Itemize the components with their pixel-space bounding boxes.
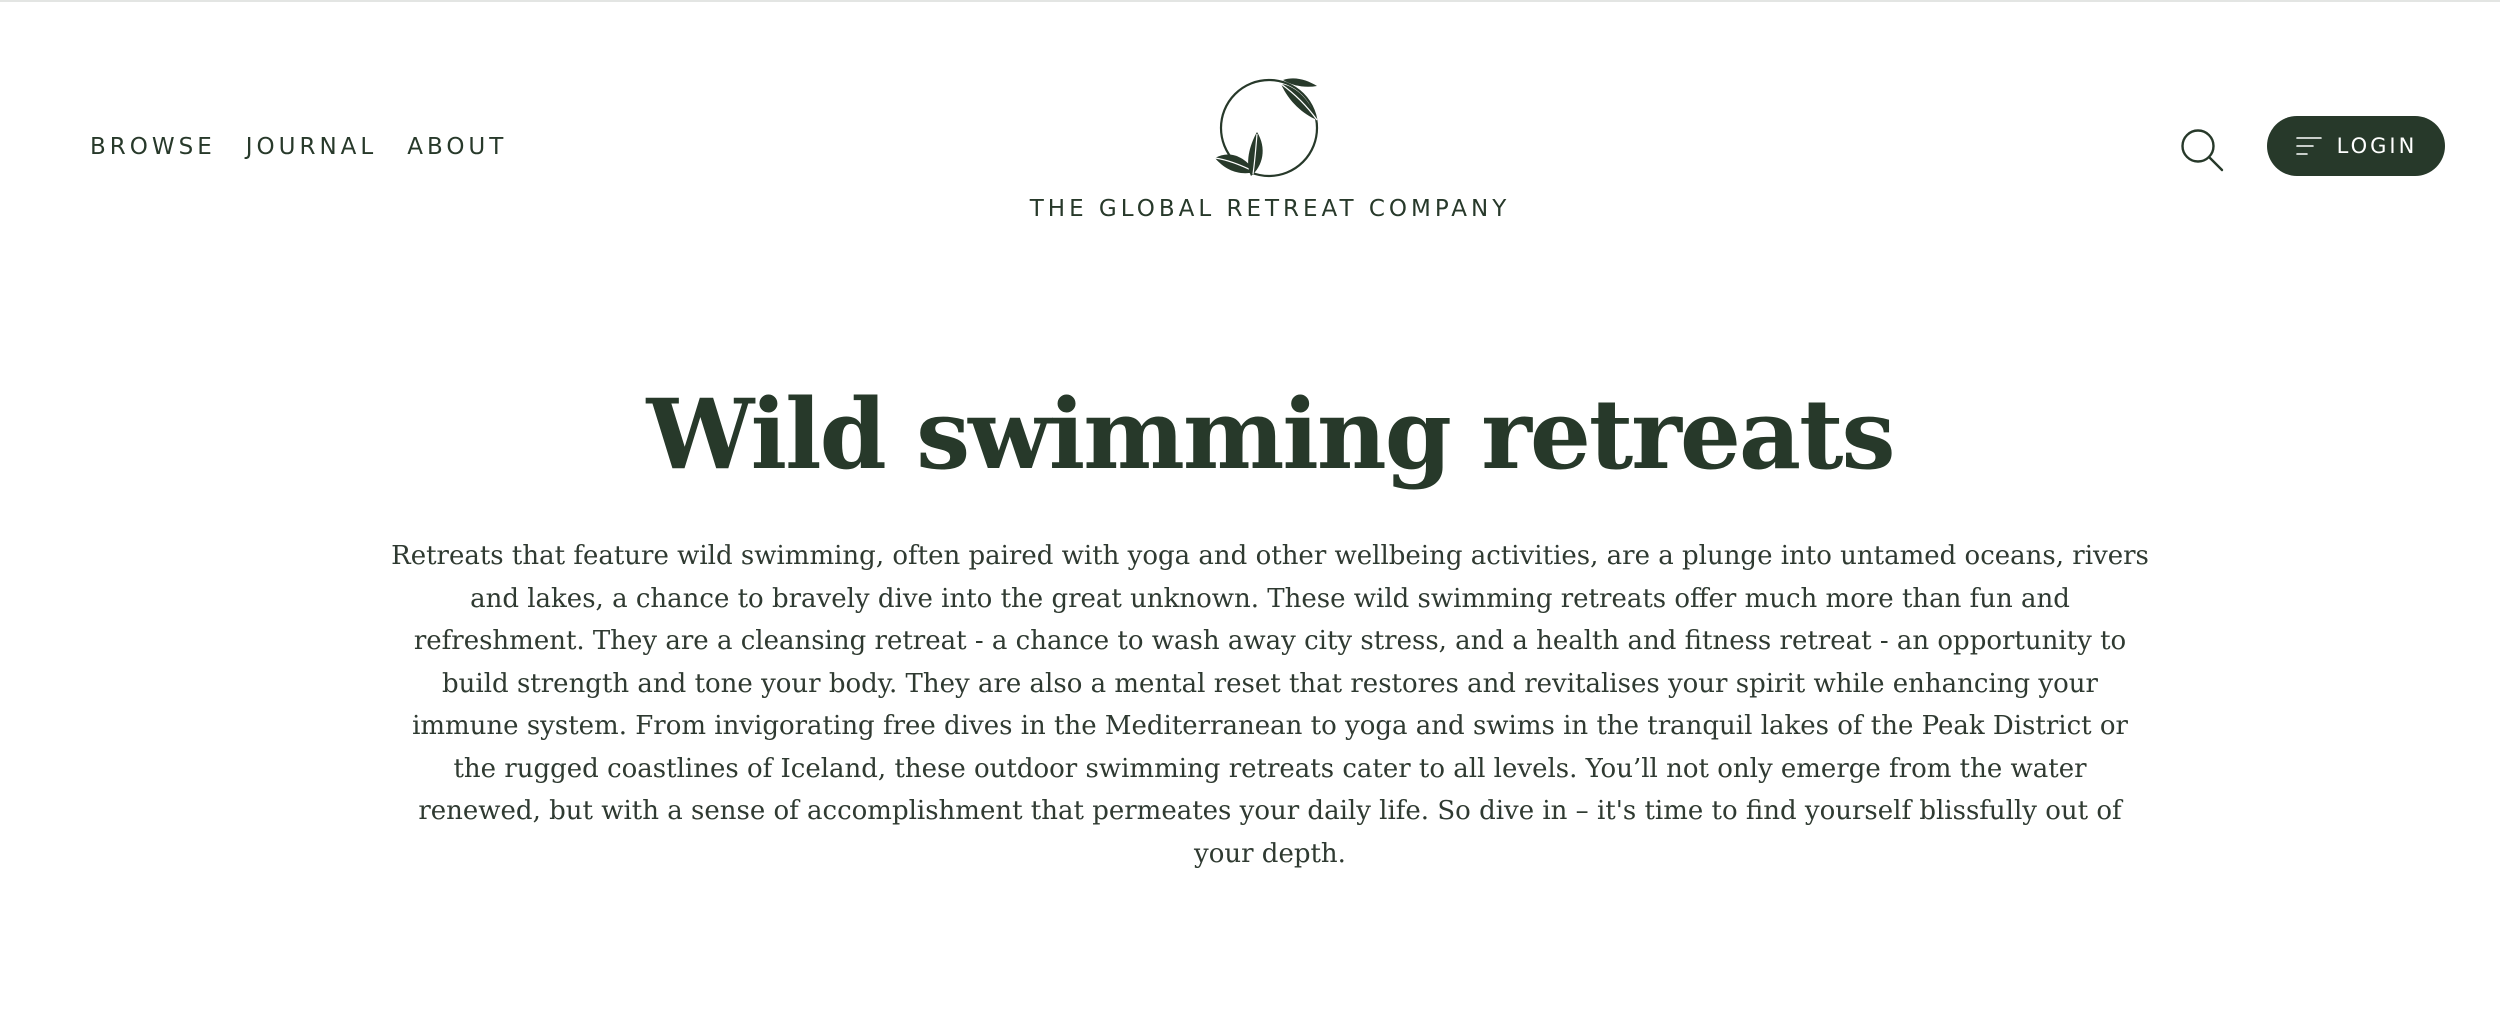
- intro-paragraph: Retreats that feature wild swimming, oft…: [391, 541, 2149, 869]
- site-header: BROWSE JOURNAL ABOUT THE GLOBAL RETREAT …: [0, 0, 2500, 240]
- leaf-circle-logo-icon: [1215, 78, 1319, 178]
- nav-link-journal[interactable]: JOURNAL: [246, 132, 377, 162]
- nav-link-browse[interactable]: BROWSE: [90, 132, 216, 162]
- search-button[interactable]: [2178, 126, 2226, 174]
- main-nav: BROWSE JOURNAL ABOUT: [90, 132, 507, 162]
- intro-section: Wild swimming retreats Retreats that fea…: [380, 375, 2160, 875]
- login-label: LOGIN: [2336, 134, 2418, 158]
- brand-home-link[interactable]: THE GLOBAL RETREAT COMPANY: [950, 72, 1590, 224]
- search-icon: [2181, 129, 2224, 172]
- page-title: Wild swimming retreats: [646, 378, 1896, 491]
- menu-lines-icon: [2295, 137, 2322, 155]
- nav-link-about[interactable]: ABOUT: [407, 132, 507, 162]
- login-button[interactable]: LOGIN: [2267, 116, 2445, 176]
- brand-name: THE GLOBAL RETREAT COMPANY: [1029, 196, 1511, 222]
